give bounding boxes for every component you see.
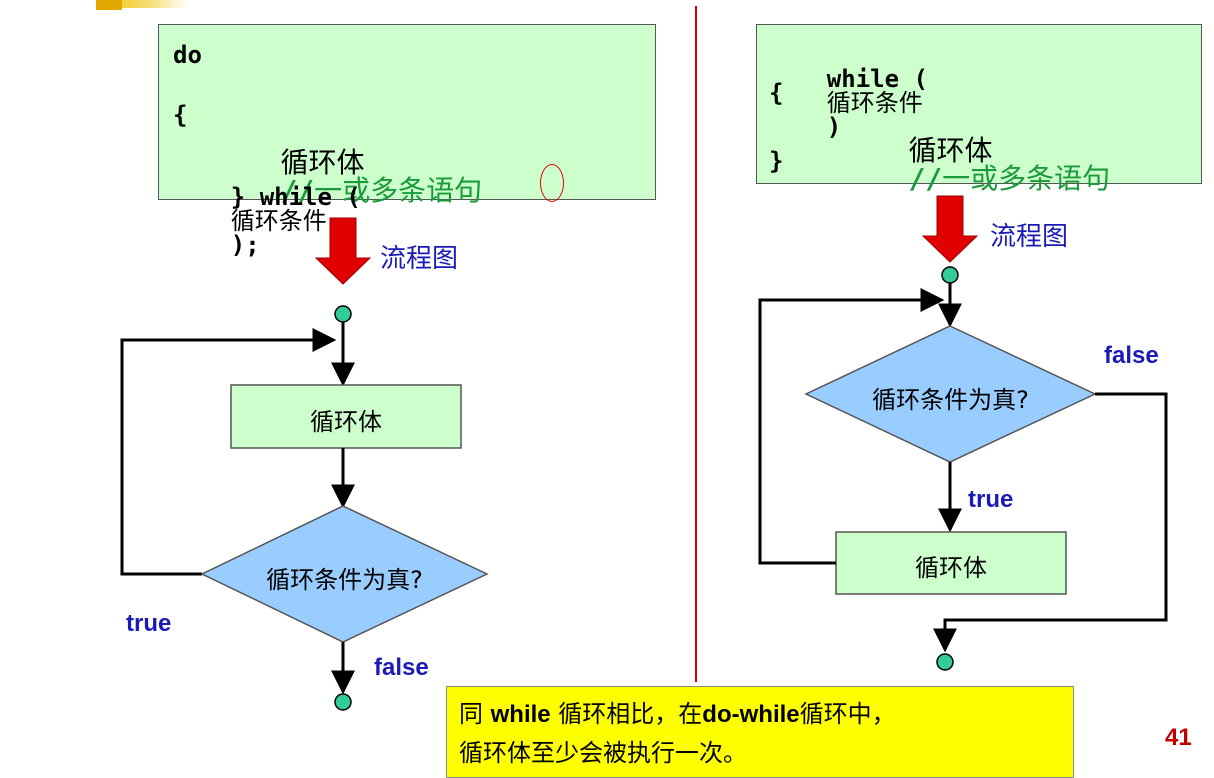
- down-arrow-icon: [314, 217, 372, 285]
- start-terminal: [334, 305, 352, 323]
- note-text: 循环中，: [799, 700, 896, 728]
- loop-body-label: 循环体: [915, 554, 987, 582]
- false-label: false: [374, 654, 429, 681]
- condition-label: 循环条件为真?: [266, 566, 423, 594]
- end-terminal: [936, 653, 954, 671]
- down-arrow-icon: [921, 195, 979, 263]
- false-label: false: [1104, 342, 1159, 369]
- note-line-1: 同 while 循环相比，在do-while循环中，: [459, 695, 1061, 734]
- end-terminal: [334, 693, 352, 711]
- note-keyword-do-while: do-while: [702, 701, 800, 728]
- note-text: 同: [459, 700, 491, 728]
- condition-label: 循环条件为真?: [872, 386, 1029, 414]
- page-number: 41: [1165, 724, 1192, 751]
- note-line-2: 循环体至少会被执行一次。: [459, 739, 747, 767]
- comparison-note: 同 while 循环相比，在do-while循环中， 循环体至少会被执行一次。: [446, 686, 1074, 778]
- flowchart-label: 流程图: [380, 244, 459, 274]
- loop-body-label: 循环体: [310, 408, 382, 436]
- true-label: true: [126, 610, 172, 637]
- start-terminal: [941, 266, 959, 284]
- note-keyword-while: while: [490, 701, 551, 728]
- note-text: 循环相比，在: [550, 700, 703, 728]
- flowchart-label: 流程图: [990, 222, 1069, 252]
- true-label: true: [968, 486, 1014, 513]
